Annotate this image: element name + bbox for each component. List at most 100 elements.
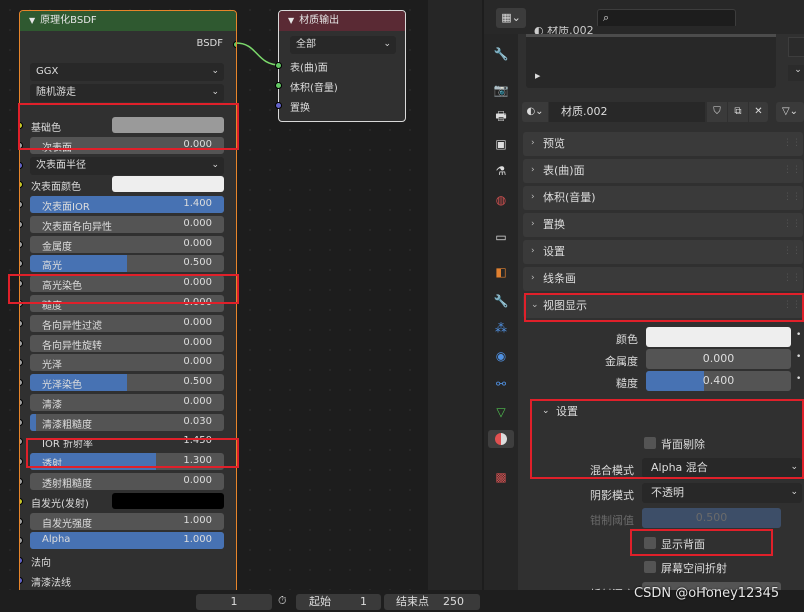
- section-header[interactable]: › 体积(音量) ⋮⋮: [523, 186, 803, 210]
- modifier-tab-icon[interactable]: 🔧: [492, 292, 510, 310]
- input-socket[interactable]: [20, 398, 23, 406]
- section-header[interactable]: › 预览 ⋮⋮: [523, 132, 803, 156]
- input-socket[interactable]: [20, 339, 23, 347]
- output-target-dropdown[interactable]: 全部 ⌄: [290, 36, 396, 54]
- material-slot-list[interactable]: ◐ 材质.002 ▶: [526, 26, 776, 88]
- editor-divider[interactable]: [428, 0, 482, 590]
- tool-tab-icon[interactable]: 🔧: [492, 45, 510, 63]
- input-value-field[interactable]: 自发光强度 1.000: [30, 512, 224, 530]
- input-socket[interactable]: [20, 517, 23, 525]
- input-value-field[interactable]: 光泽 0.000: [30, 354, 224, 372]
- physics-tab-icon[interactable]: ◉: [492, 347, 510, 365]
- input-socket[interactable]: [20, 478, 23, 486]
- fake-user-shield-icon[interactable]: ⛉: [707, 102, 727, 122]
- drag-handle-icon[interactable]: ⋮⋮: [783, 294, 801, 317]
- input-socket[interactable]: [20, 300, 23, 308]
- input-value-field[interactable]: 次表面IOR 1.400: [30, 196, 224, 214]
- show-backface-checkbox[interactable]: [644, 537, 656, 549]
- texture-tab-icon[interactable]: ▩: [492, 468, 510, 486]
- world-tab-icon[interactable]: ◍: [492, 191, 510, 209]
- volume-input-socket[interactable]: [275, 82, 282, 89]
- section-header[interactable]: ⌄ 视图显示 ⋮⋮: [523, 294, 803, 318]
- bsdf-node-header[interactable]: ▼ 原理化BSDF: [20, 11, 236, 31]
- link-type-dropdown[interactable]: ▽⌄: [776, 102, 804, 122]
- object-data-tab-icon[interactable]: ▽: [492, 403, 510, 421]
- properties-editor[interactable]: ▦⌄ ⌕ ⌄ 🔧 📷 🖶 ▣ ⚗ ◍ ▭ ◧ 🔧 ⁂ ◉ ⚯ ▽ ▩ ◐ 材质.…: [484, 0, 804, 602]
- input-value-field[interactable]: 清漆粗糙度 0.030: [30, 413, 224, 431]
- animate-dot-icon[interactable]: •: [796, 352, 801, 362]
- surface-input-socket[interactable]: [275, 62, 282, 69]
- drag-handle-icon[interactable]: ⋮⋮: [783, 240, 801, 263]
- vd-roughness-field[interactable]: 0.400: [646, 371, 791, 391]
- input-value-field[interactable]: 高光 0.500: [30, 255, 224, 273]
- color-swatch[interactable]: [112, 492, 224, 509]
- input-socket[interactable]: [20, 576, 23, 584]
- input-socket[interactable]: [20, 379, 23, 387]
- input-dropdown[interactable]: 次表面半径 ⌄: [30, 156, 224, 175]
- backface-culling-checkbox[interactable]: [644, 437, 656, 449]
- input-value-field[interactable]: 金属度 0.000: [30, 235, 224, 253]
- vd-settings-subheader[interactable]: ⌄ 设置: [534, 401, 804, 423]
- input-socket[interactable]: [20, 438, 23, 446]
- material-browse-button[interactable]: ◐⌄: [522, 102, 548, 122]
- input-socket[interactable]: [20, 458, 23, 466]
- section-header[interactable]: › 表(曲)面 ⋮⋮: [523, 159, 803, 183]
- stopwatch-icon[interactable]: ⏱: [278, 594, 292, 608]
- input-socket[interactable]: [20, 418, 23, 426]
- input-socket[interactable]: [20, 181, 23, 189]
- vd-metallic-field[interactable]: 0.000: [646, 349, 791, 369]
- input-socket[interactable]: [20, 122, 23, 129]
- shader-node-editor[interactable]: ▼ 原理化BSDF BSDF GGX ⌄ 随机游走 ⌄ 基础色 次表面 0.000 次表面半…: [0, 0, 480, 590]
- input-value-field[interactable]: 高光染色 0.000: [30, 275, 224, 293]
- drag-handle-icon[interactable]: ⋮⋮: [783, 132, 801, 155]
- input-socket[interactable]: [20, 260, 23, 268]
- input-socket[interactable]: [20, 359, 23, 367]
- unlink-close-icon[interactable]: ✕: [749, 102, 768, 122]
- input-value-field[interactable]: 光泽染色 0.500: [30, 374, 224, 392]
- material-output-node[interactable]: ▼ 材质输出 全部 ⌄ 表(曲)面 体积(音量) 置换: [275, 10, 406, 122]
- input-value[interactable]: 1.450: [183, 435, 212, 446]
- input-socket[interactable]: [20, 280, 23, 288]
- color-swatch[interactable]: [112, 117, 224, 133]
- input-socket[interactable]: [20, 319, 23, 327]
- clip-threshold-field[interactable]: 0.500: [642, 508, 781, 528]
- section-header[interactable]: › 线条画 ⋮⋮: [523, 267, 803, 291]
- input-socket[interactable]: [20, 537, 23, 545]
- material-tab-icon[interactable]: [488, 430, 514, 448]
- displacement-input-socket[interactable]: [275, 102, 282, 109]
- output-tab-icon[interactable]: 🖶: [492, 108, 510, 126]
- output-node-header[interactable]: ▼ 材质输出: [279, 11, 405, 31]
- color-swatch[interactable]: [112, 176, 224, 193]
- current-frame-field[interactable]: 1: [196, 594, 272, 610]
- vd-color-swatch[interactable]: [646, 327, 791, 347]
- end-frame-field[interactable]: 结束点 250: [384, 594, 480, 610]
- duplicate-material-icon[interactable]: ⧉: [728, 102, 748, 122]
- screen-refraction-checkbox[interactable]: [644, 561, 656, 573]
- drag-handle-icon[interactable]: ⋮⋮: [783, 186, 801, 209]
- drag-handle-icon[interactable]: ⋮⋮: [783, 159, 801, 182]
- input-socket[interactable]: [20, 497, 23, 505]
- constraints-tab-icon[interactable]: ⚯: [492, 375, 510, 393]
- input-value-field[interactable]: 透射 1.300: [30, 453, 224, 471]
- collection-tab-icon[interactable]: ▭: [492, 228, 510, 246]
- animate-dot-icon[interactable]: •: [796, 374, 801, 384]
- input-value-field[interactable]: 次表面各向异性 0.000: [30, 215, 224, 233]
- collapse-arrow-icon[interactable]: ▼: [288, 11, 294, 30]
- input-value-field[interactable]: 清漆 0.000: [30, 393, 224, 411]
- object-tab-icon[interactable]: ◧: [492, 263, 510, 281]
- input-socket[interactable]: [20, 220, 23, 228]
- editor-type-button[interactable]: ▦⌄: [496, 8, 526, 28]
- scene-tab-icon[interactable]: ⚗: [492, 162, 510, 180]
- input-socket[interactable]: [20, 201, 23, 209]
- start-frame-field[interactable]: 起始 1: [296, 594, 381, 610]
- bsdf-output-socket[interactable]: [233, 41, 236, 48]
- expand-arrow-icon[interactable]: ▶: [535, 72, 540, 80]
- material-name-field[interactable]: 材质.002: [549, 102, 705, 122]
- blend-mode-dropdown[interactable]: Alpha 混合 ⌄: [642, 458, 802, 478]
- section-header[interactable]: › 置换 ⋮⋮: [523, 213, 803, 237]
- input-value-field[interactable]: Alpha 1.000: [30, 532, 224, 550]
- distribution-dropdown[interactable]: GGX ⌄: [30, 63, 224, 81]
- shadow-mode-dropdown[interactable]: 不透明 ⌄: [642, 483, 802, 503]
- drag-handle-icon[interactable]: ⋮⋮: [783, 267, 801, 290]
- subsurface-method-dropdown[interactable]: 随机游走 ⌄: [30, 84, 224, 102]
